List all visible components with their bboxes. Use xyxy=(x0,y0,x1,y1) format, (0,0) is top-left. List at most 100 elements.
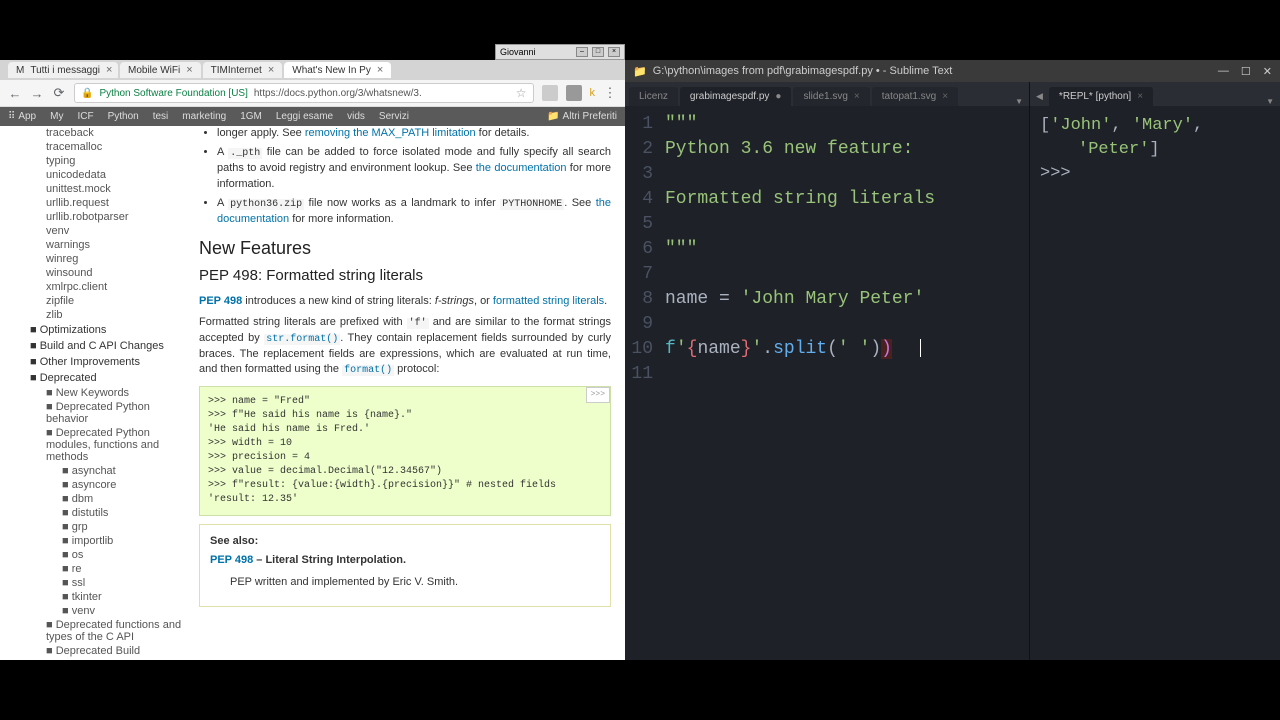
close-icon[interactable]: × xyxy=(106,64,112,76)
repl-tab-bar: ◀ *REPL* [python] × ▼ xyxy=(1030,82,1280,106)
sidebar-item[interactable]: ■ New Keywords xyxy=(30,386,185,400)
paragraph: PEP 498 introduces a new kind of string … xyxy=(199,294,611,309)
bookmark-item[interactable]: ICF xyxy=(77,111,93,122)
menu-icon[interactable]: ⋮ xyxy=(603,86,617,100)
close-icon[interactable]: × xyxy=(1137,91,1143,102)
doc-link[interactable]: formatted string literals xyxy=(493,295,604,307)
tab-dropdown-icon[interactable]: ▼ xyxy=(1266,97,1274,106)
sidebar-item[interactable]: tracemalloc xyxy=(30,140,185,154)
url-bar[interactable]: 🔒 Python Software Foundation [US] https:… xyxy=(74,83,534,103)
maximize-icon[interactable]: ☐ xyxy=(1241,65,1251,78)
chrome-tab[interactable]: TIMInternet× xyxy=(203,62,283,78)
sidebar-item[interactable]: ■ venv xyxy=(30,604,185,618)
sidebar-item[interactable]: ■ importlib xyxy=(30,534,185,548)
docs-main: longer apply. See removing the MAX_PATH … xyxy=(185,126,625,660)
ext-icon[interactable] xyxy=(542,85,558,101)
sidebar-item[interactable]: ■ ssl xyxy=(30,576,185,590)
sidebar-item[interactable]: ■ grp xyxy=(30,520,185,534)
bookmark-item[interactable]: tesi xyxy=(153,111,169,122)
forward-icon[interactable]: → xyxy=(30,86,44,100)
sidebar-item[interactable]: traceback xyxy=(30,126,185,140)
back-icon[interactable]: ← xyxy=(8,86,22,100)
bookmarks-bar: ⠿ App My ICF Python tesi marketing 1GM L… xyxy=(0,107,625,126)
sidebar-item[interactable]: ■ Deprecated Python behavior xyxy=(30,400,185,426)
doc-bullet: A ._pth file can be added to force isola… xyxy=(217,145,611,192)
sidebar-item[interactable]: ■ distutils xyxy=(30,506,185,520)
bookmark-item[interactable]: Servizi xyxy=(379,111,409,122)
chevron-left-icon[interactable]: ◀ xyxy=(1036,91,1043,102)
sidebar-item[interactable]: zlib xyxy=(30,308,185,322)
apps-icon[interactable]: ⠿ App xyxy=(8,111,36,122)
window-title: G:\python\images from pdf\grabimagespdf.… xyxy=(647,65,1218,77)
chrome-tab[interactable]: Mobile WiFi× xyxy=(120,62,201,78)
bookmark-item[interactable]: vids xyxy=(347,111,365,122)
close-icon[interactable]: × xyxy=(377,64,383,76)
close-icon[interactable]: × xyxy=(186,64,192,76)
editor-tab[interactable]: Licenz xyxy=(629,87,678,106)
close-icon[interactable]: × xyxy=(268,64,274,76)
editor-tab[interactable]: slide1.svg × xyxy=(793,87,869,106)
background-window-titlebar[interactable]: Giovanni – □ × xyxy=(495,44,625,60)
repl-output[interactable]: ['John', 'Mary', 'Peter'] >>> xyxy=(1030,106,1280,660)
chrome-tab-active[interactable]: What's New In Py× xyxy=(284,62,391,78)
doc-link[interactable]: PEP 498 xyxy=(199,295,242,307)
bookmark-folder[interactable]: 📁 Altri Preferiti xyxy=(547,111,617,122)
bookmark-item[interactable]: Leggi esame xyxy=(276,111,333,122)
star-icon[interactable]: ☆ xyxy=(516,86,527,100)
code-editor[interactable]: 1234567891011 """ Python 3.6 new feature… xyxy=(625,106,1029,660)
tab-dropdown-icon[interactable]: ▼ xyxy=(1015,97,1023,106)
sidebar-item[interactable]: ■ Deprecated functions and types of the … xyxy=(30,618,185,644)
editor-tab[interactable]: tatopat1.svg × xyxy=(872,87,958,106)
bookmark-item[interactable]: Python xyxy=(108,111,139,122)
sidebar-item[interactable]: ■ asyncore xyxy=(30,478,185,492)
code-lines[interactable]: """ Python 3.6 new feature: Formatted st… xyxy=(665,112,1029,660)
close-icon[interactable]: ✕ xyxy=(1263,65,1272,78)
sidebar-item[interactable]: unittest.mock xyxy=(30,182,185,196)
sidebar-item[interactable]: ■ dbm xyxy=(30,492,185,506)
sidebar-item[interactable]: zipfile xyxy=(30,294,185,308)
sidebar-item[interactable]: unicodedata xyxy=(30,168,185,182)
reload-icon[interactable]: ⟳ xyxy=(52,86,66,100)
sidebar-section[interactable]: ■ Other Improvements xyxy=(30,354,185,370)
seealso-title: See also: xyxy=(210,535,600,547)
bookmark-item[interactable]: marketing xyxy=(182,111,226,122)
minimize-icon[interactable]: – xyxy=(576,47,588,57)
sidebar-item[interactable]: ■ Deprecated Build xyxy=(30,644,185,658)
bookmark-item[interactable]: My xyxy=(50,111,63,122)
editor-tab-active[interactable]: grabimagespdf.py ● xyxy=(680,87,792,106)
repl-tab[interactable]: *REPL* [python] × xyxy=(1049,87,1153,106)
docs-sidebar: traceback tracemalloc typing unicodedata… xyxy=(0,126,185,660)
sidebar-item[interactable]: ■ os xyxy=(30,548,185,562)
sidebar-item[interactable]: urllib.robotparser xyxy=(30,210,185,224)
sublime-window: 📁 G:\python\images from pdf\grabimagespd… xyxy=(625,60,1280,660)
sidebar-item[interactable]: warnings xyxy=(30,238,185,252)
close-icon[interactable]: × xyxy=(608,47,620,57)
sidebar-item[interactable]: typing xyxy=(30,154,185,168)
sidebar-item[interactable]: winreg xyxy=(30,252,185,266)
ext-icon[interactable] xyxy=(566,85,582,101)
sidebar-item[interactable]: winsound xyxy=(30,266,185,280)
sidebar-item[interactable]: urllib.request xyxy=(30,196,185,210)
sidebar-item[interactable]: ■ asynchat xyxy=(30,464,185,478)
doc-link[interactable]: the documentation xyxy=(476,162,567,174)
sidebar-item[interactable]: ■ re xyxy=(30,562,185,576)
close-icon[interactable]: × xyxy=(942,91,948,102)
sidebar-item[interactable]: venv xyxy=(30,224,185,238)
sidebar-item[interactable]: ■ tkinter xyxy=(30,590,185,604)
doc-link[interactable]: PEP 498 xyxy=(210,554,253,566)
sidebar-item[interactable]: xmlrpc.client xyxy=(30,280,185,294)
maximize-icon[interactable]: □ xyxy=(592,47,604,57)
bookmark-item[interactable]: 1GM xyxy=(240,111,262,122)
minimize-icon[interactable]: — xyxy=(1218,65,1229,78)
chrome-browser-window: MTutti i messaggi× Mobile WiFi× TIMInter… xyxy=(0,60,625,660)
seealso-box: See also: PEP 498 – Literal String Inter… xyxy=(199,524,611,607)
sidebar-section[interactable]: ■ Build and C API Changes xyxy=(30,338,185,354)
ext-icon[interactable]: k xyxy=(590,87,596,99)
close-icon[interactable]: × xyxy=(854,91,860,102)
sidebar-item[interactable]: ■ Deprecated Python modules, functions a… xyxy=(30,426,185,464)
sidebar-section[interactable]: ■ Deprecated xyxy=(30,370,185,386)
doc-link[interactable]: removing the MAX_PATH limitation xyxy=(305,127,476,139)
sidebar-section[interactable]: ■ Optimizations xyxy=(30,322,185,338)
copy-button[interactable]: >>> xyxy=(586,387,610,402)
chrome-tab[interactable]: MTutti i messaggi× xyxy=(8,62,118,78)
